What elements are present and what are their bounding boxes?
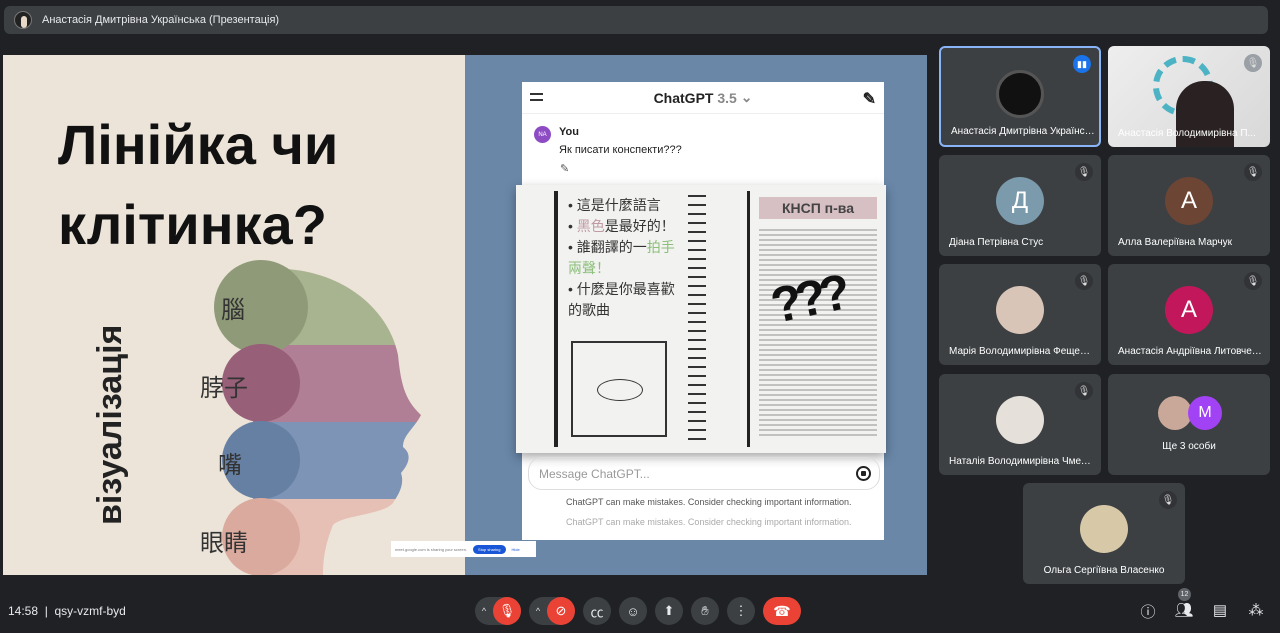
notebook-title: КНСП п-ва — [759, 197, 877, 219]
participant-count-badge: 12 — [1178, 588, 1191, 601]
stop-icon — [856, 466, 871, 481]
spiral-binding — [688, 191, 706, 447]
more-participants-tile[interactable]: M Ще 3 особи — [1108, 374, 1270, 475]
participant-tile[interactable]: А 🎙︎ Анастасія Андріївна Литовченко — [1108, 264, 1270, 365]
participant-tile[interactable]: Д 🎙︎ Діана Петрівна Стус — [939, 155, 1101, 256]
reactions-button[interactable]: ☺ — [619, 597, 647, 625]
activities-icon[interactable]: ⁂ — [1246, 601, 1266, 621]
audio-options-button[interactable]: ^ — [475, 606, 493, 616]
avatar: Д — [996, 177, 1044, 225]
participant-tile[interactable]: 🎙︎ Ольга Сергіївна Власенко — [1023, 483, 1185, 584]
avatar — [1158, 396, 1192, 430]
message-input: Message ChatGPT... — [528, 457, 880, 490]
pencil-icon: ✎ — [560, 163, 570, 175]
leave-call-button[interactable]: ☎︎ — [763, 597, 801, 625]
stop-sharing-button: Stop sharing — [473, 544, 506, 554]
notebook-bullets: • 這是什麼語言 • 黑色是最好的！ • 誰翻譯的一拍手兩聲！ • 什麼是你最喜… — [568, 197, 675, 318]
video-options-button[interactable]: ^ — [529, 606, 547, 616]
avatar — [1080, 505, 1128, 553]
label-eyes: 眼睛 — [200, 530, 248, 557]
avatar: А — [1165, 177, 1213, 225]
label-mouth: 嘴 — [218, 452, 242, 479]
chevron-down-icon: ⌄ — [740, 89, 753, 105]
hide-link: Hide — [511, 546, 520, 552]
share-notification: meet.google.com is sharing your screen. … — [391, 541, 536, 557]
avatar — [996, 286, 1044, 334]
menu-icon — [530, 93, 543, 101]
edit-icon: ✎ — [862, 91, 876, 108]
camera-toggle-button[interactable]: ⊘ — [547, 597, 575, 625]
present-button[interactable]: ⬆ — [655, 597, 683, 625]
avatar — [996, 396, 1044, 444]
label-brain: 腦 — [221, 297, 245, 324]
shared-screen: Лінійка чи клітинка? візуалізація 腦 脖子 嘴 … — [3, 55, 927, 575]
meeting-controls-bar: 14:58 | qsy-vzmf-byd ^ 🎙︎ ^ ⊘ ㏄ ☺ ⬆ ✋︎ ⋮ ☎… — [0, 588, 1280, 633]
avatar: M — [1188, 396, 1222, 430]
participant-tile[interactable]: 🎙︎ Анастасія Володимирівна П... — [1108, 46, 1270, 147]
captions-button[interactable]: ㏄ — [583, 597, 611, 625]
presentation-bar: Анастасія Дмитрівна Українська (Презента… — [4, 6, 1268, 34]
disclaimer: ChatGPT can make mistakes. Consider chec… — [566, 497, 852, 507]
notebook-image: • 這是什麼語言 • 黑色是最好的！ • 誰翻譯的一拍手兩聲！ • 什麼是你最喜… — [516, 185, 886, 453]
slide-left-panel: Лінійка чи клітинка? візуалізація 腦 脖子 嘴 … — [3, 55, 465, 575]
label-neck: 脖子 — [200, 375, 248, 402]
presentation-title: Анастасія Дмитрівна Українська (Презента… — [42, 14, 280, 26]
mic-toggle-button[interactable]: 🎙︎ — [493, 597, 521, 625]
info-icon[interactable]: ⓘ — [1138, 601, 1158, 621]
chatgpt-window: ChatGPT 3.5 ⌄ ✎ NA You Як писати конспект… — [516, 82, 886, 540]
chat-icon[interactable]: ▤ — [1210, 601, 1230, 621]
disclaimer-duplicate: ChatGPT can make mistakes. Consider chec… — [566, 517, 852, 527]
mic-off-icon: 🎙︎ — [1075, 272, 1093, 290]
meeting-info: 14:58 | qsy-vzmf-byd — [8, 604, 126, 618]
mic-off-icon: 🎙︎ — [1244, 163, 1262, 181]
participant-tile[interactable]: А 🎙︎ Алла Валеріївна Марчук — [1108, 155, 1270, 256]
mic-off-icon: 🎙︎ — [1159, 491, 1177, 509]
mic-off-icon: 🎙︎ — [1075, 382, 1093, 400]
avatar — [996, 70, 1044, 118]
raise-hand-button[interactable]: ✋︎ — [691, 597, 719, 625]
mindmap-sketch — [571, 341, 667, 437]
participant-tile[interactable]: ▮▮ Анастасія Дмитрівна Українська — [939, 46, 1101, 147]
more-options-button[interactable]: ⋮ — [727, 597, 755, 625]
chatgpt-header: ChatGPT 3.5 ⌄ ✎ — [522, 82, 884, 114]
participant-tile[interactable]: 🎙︎ Наталія Володимирівна Чмелюк — [939, 374, 1101, 475]
slide-title: Лінійка чи клітинка? — [58, 113, 339, 256]
mic-off-icon: 🎙︎ — [1075, 163, 1093, 181]
mic-off-icon: 🎙︎ — [1244, 54, 1262, 72]
avatar: А — [1165, 286, 1213, 334]
mic-off-icon: 🎙︎ — [1244, 272, 1262, 290]
speaking-icon: ▮▮ — [1073, 55, 1091, 73]
participant-tile[interactable]: 🎙︎ Марія Володимирівна Фещенко — [939, 264, 1101, 365]
user-avatar: NA — [534, 126, 551, 143]
question-text: Як писати конспекти??? — [559, 144, 682, 156]
people-icon[interactable]: 👥︎ 12 — [1174, 588, 1194, 621]
presenter-avatar — [14, 11, 32, 29]
user-message: NA You Як писати конспекти??? — [534, 126, 682, 156]
